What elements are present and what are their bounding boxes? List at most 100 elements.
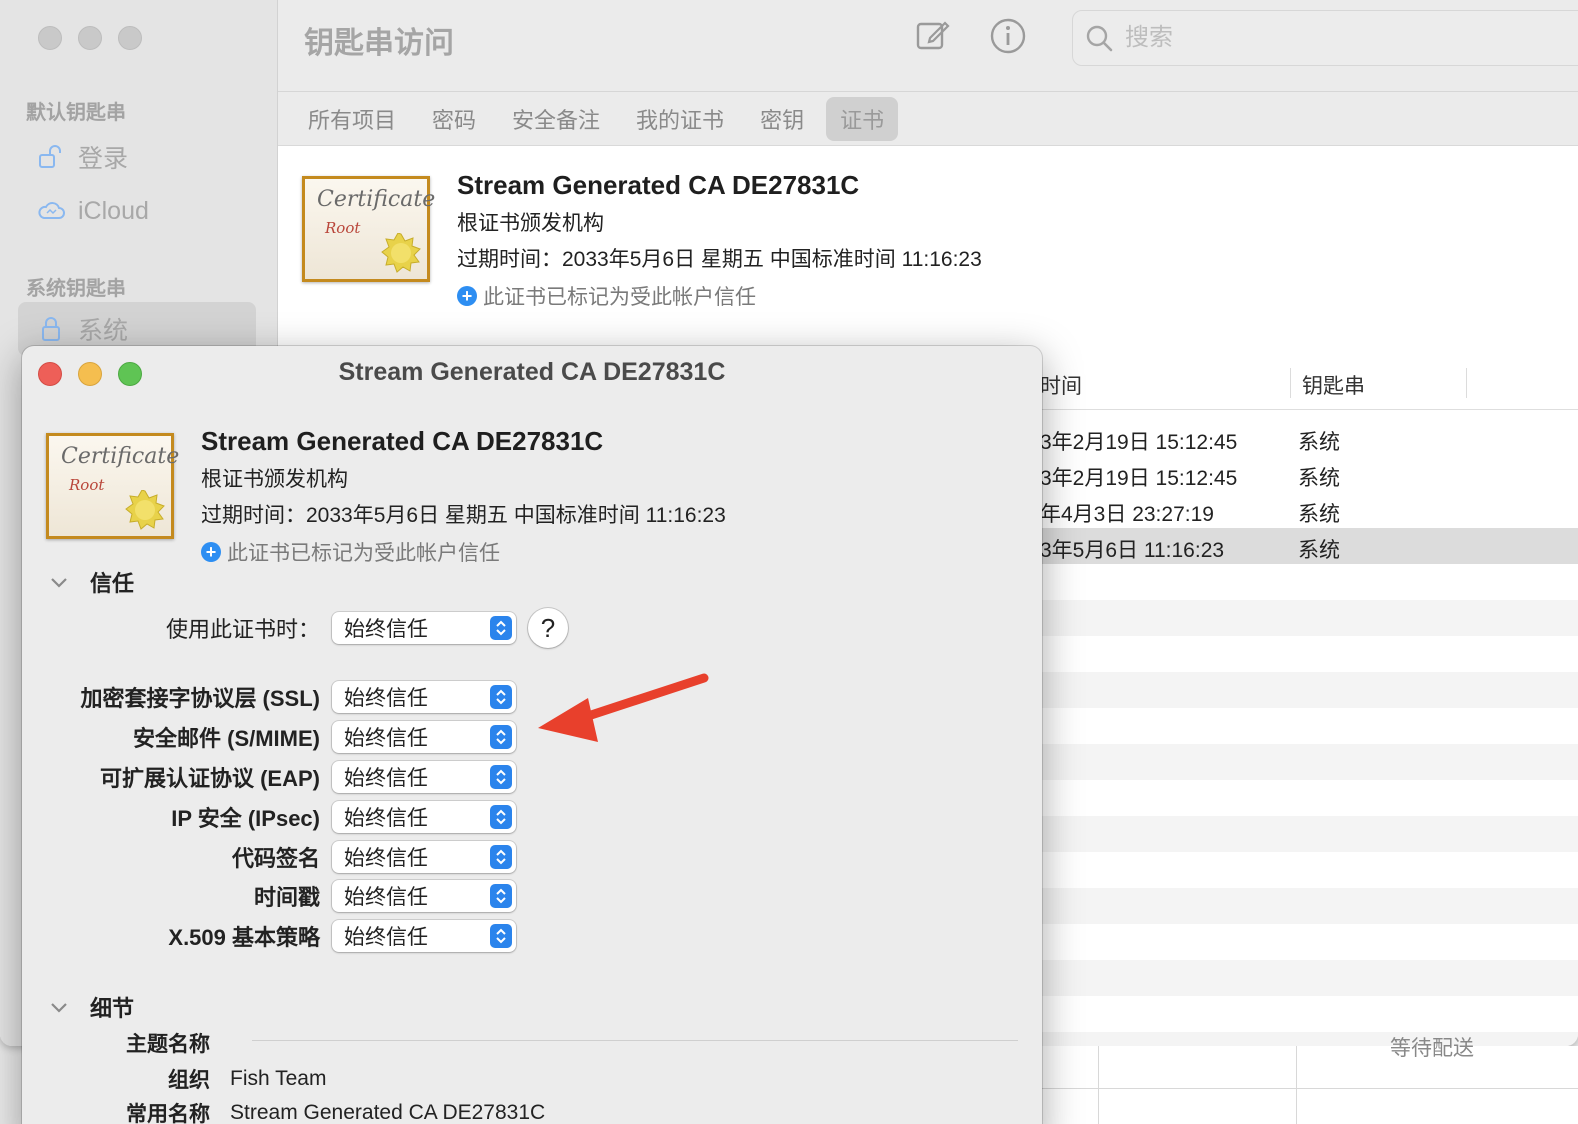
trust-policy-popup-ssl[interactable]: 始终信任: [332, 681, 516, 713]
table-row[interactable]: 年4月3日 23:27:19 系统: [1040, 492, 1578, 528]
sidebar-item-login[interactable]: 登录: [18, 130, 256, 184]
certificate-icon: Certificate Root: [302, 176, 435, 282]
tab-secure-notes[interactable]: 安全备注: [498, 97, 614, 141]
zoom-button[interactable]: [118, 26, 142, 50]
trust-policy-row-ipsec: IP 安全 (IPsec) 始终信任: [22, 801, 516, 833]
grid-line: [1296, 1046, 1297, 1124]
sidebar-item-label: 登录: [78, 145, 129, 173]
popup-stepper-icon: [490, 616, 512, 640]
grid-line: [1098, 1046, 1099, 1124]
list-header: 时间 钥匙串: [1040, 360, 1578, 410]
trust-section-heading: 信任: [90, 571, 135, 596]
trust-policy-row-ssl: 加密套接字协议层 (SSL) 始终信任: [22, 681, 516, 713]
dialog-titlebar: Stream Generated CA DE27831C: [22, 346, 1042, 402]
table-row-selected[interactable]: 3年5月6日 11:16:23 系统: [1040, 528, 1578, 564]
certificate-type: 根证书颁发机构: [457, 212, 604, 235]
certificate-summary: Certificate Root Stream Generated CA DE2…: [46, 426, 946, 565]
close-button[interactable]: [38, 26, 62, 50]
dialog-title: Stream Generated CA DE27831C: [338, 358, 726, 386]
details-section-heading: 细节: [90, 996, 135, 1021]
certificate-expiry: 过期时间：2033年5月6日 星期五 中国标准时间 11:16:23: [201, 504, 726, 527]
trust-policy-popup-ipsec[interactable]: 始终信任: [332, 801, 516, 833]
certificate-list: 时间 钥匙串 3年2月19日 15:12:45 系统 3年2月19日 15:12…: [1040, 360, 1578, 1046]
background-window-grid: 等待配送: [1040, 1037, 1578, 1124]
trust-policy-popup-timestamp[interactable]: 始终信任: [332, 880, 516, 912]
sidebar-item-icloud[interactable]: iCloud: [18, 184, 256, 238]
unlock-icon: [39, 145, 61, 168]
empty-row: [1040, 744, 1578, 780]
column-divider: [1290, 368, 1291, 398]
info-icon[interactable]: [988, 16, 1028, 56]
sidebar-section-system: 系统钥匙串: [26, 278, 126, 300]
column-divider: [1466, 368, 1467, 398]
trust-policy-popup-eap[interactable]: 始终信任: [332, 761, 516, 793]
detail-row-organization: 组织 Fish Team: [168, 1067, 327, 1092]
category-tabs: 所有项目 密码 安全备注 我的证书 密钥 证书: [278, 92, 1578, 146]
chevron-down-icon: [51, 578, 67, 588]
empty-row: [1040, 672, 1578, 708]
window-controls-inactive: [38, 26, 142, 50]
certificate-icon: Certificate Root: [46, 433, 179, 539]
trust-policy-row-smime: 安全邮件 (S/MIME) 始终信任: [22, 721, 516, 753]
popup-stepper-icon: [490, 805, 512, 829]
tab-my-certificates[interactable]: 我的证书: [622, 97, 738, 141]
empty-row: [1040, 888, 1578, 924]
tab-keys[interactable]: 密钥: [746, 97, 818, 141]
trust-policy-popup-x509[interactable]: 始终信任: [332, 920, 516, 952]
trust-policy-row-timestamp: 时间戳 始终信任: [22, 880, 516, 912]
plus-circle-icon: +: [457, 286, 477, 306]
divider: [252, 1040, 1018, 1041]
lock-icon: [42, 317, 60, 341]
popup-stepper-icon: [490, 924, 512, 948]
subject-name-heading: 主题名称: [126, 1033, 210, 1056]
grid-line: [1040, 1088, 1578, 1089]
minimize-button[interactable]: [78, 26, 102, 50]
tab-passwords[interactable]: 密码: [418, 97, 490, 141]
popup-stepper-icon: [490, 845, 512, 869]
toolbar: 钥匙串访问: [278, 0, 1578, 92]
trust-policy-row-code-signing: 代码签名 始终信任: [22, 841, 516, 873]
trust-policy-row-eap: 可扩展认证协议 (EAP) 始终信任: [22, 761, 516, 793]
search-input[interactable]: [1125, 24, 1525, 52]
popup-stepper-icon: [490, 725, 512, 749]
trust-default-popup[interactable]: 始终信任: [332, 612, 516, 644]
trust-status: + 此证书已标记为受此帐户信任: [201, 537, 726, 567]
certificate-name: Stream Generated CA DE27831C: [201, 426, 604, 456]
chevron-down-icon: [51, 1003, 67, 1013]
red-arrow-annotation: [538, 673, 709, 742]
tab-certificates[interactable]: 证书: [826, 96, 899, 141]
trust-status: + 此证书已标记为受此帐户信任: [457, 281, 982, 311]
trust-section-toggle[interactable]: 信任: [48, 566, 134, 598]
sidebar-item-label: 系统: [78, 317, 129, 345]
plus-circle-icon: +: [201, 542, 221, 562]
sidebar-section-default: 默认钥匙串: [26, 102, 126, 124]
table-row[interactable]: 3年2月19日 15:12:45 系统: [1040, 420, 1578, 456]
popup-stepper-icon: [490, 765, 512, 789]
column-header-keychain[interactable]: 钥匙串: [1302, 370, 1365, 400]
trust-policy-popup-smime[interactable]: 始终信任: [332, 721, 516, 753]
certificate-summary: Certificate Root Stream Generated CA DE2…: [300, 168, 1200, 311]
background-status-text: 等待配送: [1390, 1037, 1474, 1060]
help-button[interactable]: ?: [528, 608, 568, 648]
empty-row: [1040, 600, 1578, 636]
compose-icon[interactable]: [912, 16, 952, 56]
subject-name-heading-row: 主题名称: [22, 1028, 230, 1058]
empty-row: [1040, 816, 1578, 852]
search-icon: [1086, 25, 1113, 52]
empty-row: [1040, 960, 1578, 996]
seal-icon: [381, 233, 421, 273]
search-field[interactable]: [1072, 10, 1578, 66]
certificate-name: Stream Generated CA DE27831C: [457, 170, 860, 200]
sidebar-item-label: iCloud: [78, 196, 149, 225]
app-title: 钥匙串访问: [304, 27, 454, 60]
trust-policy-popup-code-signing[interactable]: 始终信任: [332, 841, 516, 873]
detail-row-common-name: 常用名称 Stream Generated CA DE27831C: [126, 1101, 546, 1124]
column-header-date[interactable]: 时间: [1040, 370, 1082, 400]
popup-stepper-icon: [490, 685, 512, 709]
tab-all-items[interactable]: 所有项目: [294, 97, 410, 141]
popup-stepper-icon: [490, 884, 512, 908]
empty-row: [1040, 1032, 1578, 1046]
details-section-toggle[interactable]: 细节: [48, 991, 134, 1023]
certificate-expiry: 过期时间：2033年5月6日 星期五 中国标准时间 11:16:23: [457, 248, 982, 271]
table-row[interactable]: 3年2月19日 15:12:45 系统: [1040, 456, 1578, 492]
